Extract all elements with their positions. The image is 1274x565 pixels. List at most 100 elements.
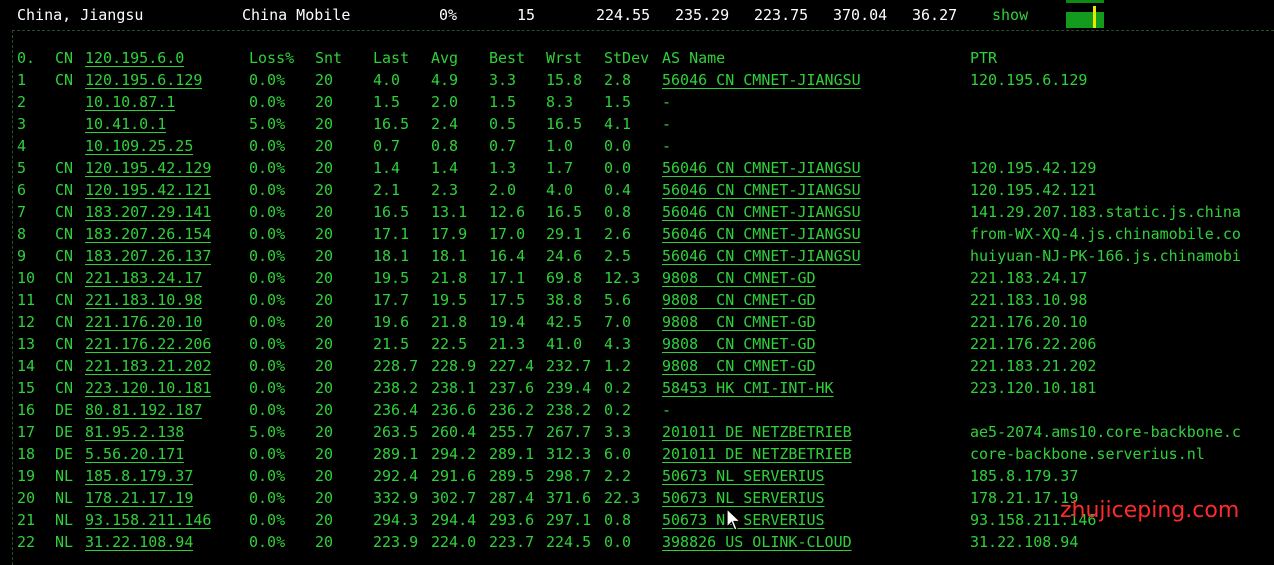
show-link[interactable]: show xyxy=(992,6,1028,24)
cell-snt: 20 xyxy=(315,401,334,419)
cell-ip[interactable]: 221.183.24.17 xyxy=(85,269,202,287)
cell-last: 332.9 xyxy=(373,489,419,507)
cell-cc: CN xyxy=(55,291,74,309)
cell-as[interactable]: 56046 CN CMNET-JIANGSU xyxy=(662,159,861,177)
cell-as[interactable]: 56046 CN CMNET-JIANGSU xyxy=(662,71,861,89)
cell-best: 12.6 xyxy=(489,203,526,221)
cell-best: 287.4 xyxy=(489,489,535,507)
cell-ip[interactable]: 185.8.179.37 xyxy=(85,467,193,485)
cell-as[interactable]: 9808 CN CMNET-GD xyxy=(662,291,816,309)
cell-ip[interactable]: 80.81.192.187 xyxy=(85,401,202,419)
cell-ptr: 221.176.22.206 xyxy=(970,335,1097,353)
cell-ptr: 185.8.179.37 xyxy=(970,467,1079,485)
summary-best: 223.75 xyxy=(754,6,809,24)
cell-ip[interactable]: 120.195.6.129 xyxy=(85,71,202,89)
cell-best: 0.5 xyxy=(489,115,517,133)
cell-as[interactable]: 50673 NL SERVERIUS xyxy=(662,467,825,485)
cell-as: - xyxy=(662,401,672,419)
cell-ip[interactable]: 81.95.2.138 xyxy=(85,423,184,441)
cell-as[interactable]: 201011 DE NETZBETRIEB xyxy=(662,423,852,441)
cell-stdev: 2.8 xyxy=(604,71,632,89)
cell-as[interactable]: 56046 CN CMNET-JIANGSU xyxy=(662,181,861,199)
cell-stdev: 0.8 xyxy=(604,203,632,221)
cell-wrst: 224.5 xyxy=(546,533,592,551)
cell-snt: 20 xyxy=(315,379,334,397)
cell-ip[interactable]: 10.10.87.1 xyxy=(85,93,175,111)
cell-snt: 20 xyxy=(315,335,334,353)
cell-snt: 20 xyxy=(315,291,334,309)
cell-ip[interactable]: 10.109.25.25 xyxy=(85,137,193,155)
header-best: Best xyxy=(489,49,526,67)
cell-as: - xyxy=(662,115,672,133)
cell-ip[interactable]: 178.21.17.19 xyxy=(85,489,193,507)
cell-stdev: 0.2 xyxy=(604,401,632,419)
cell-loss: 5.0% xyxy=(249,115,286,133)
cell-wrst: 239.4 xyxy=(546,379,592,397)
cell-avg: 224.0 xyxy=(431,533,477,551)
cell-ip[interactable]: 221.183.21.202 xyxy=(85,357,211,375)
cell-last: 0.7 xyxy=(373,137,401,155)
cell-wrst: 41.0 xyxy=(546,335,583,353)
table-row: 19 NL 185.8.179.37 0.0% 20 292.4 291.6 289.5 298… xyxy=(13,467,1274,489)
cell-stdev: 4.3 xyxy=(604,335,632,353)
cell-ip[interactable]: 31.22.108.94 xyxy=(85,533,193,551)
cell-avg: 13.1 xyxy=(431,203,468,221)
cell-stdev: 2.6 xyxy=(604,225,632,243)
cell-ip[interactable]: 183.207.26.137 xyxy=(85,247,211,265)
cell-as[interactable]: 56046 CN CMNET-JIANGSU xyxy=(662,247,861,265)
cell-cc: CN xyxy=(55,269,74,287)
cell-last: 18.1 xyxy=(373,247,410,265)
cell-as[interactable]: 58453 HK CMI-INT-HK xyxy=(662,379,834,397)
cell-as[interactable]: 9808 CN CMNET-GD xyxy=(662,269,816,287)
cell-as[interactable]: 56046 CN CMNET-JIANGSU xyxy=(662,225,861,243)
cell-as[interactable]: 50673 NL SERVERIUS xyxy=(662,511,825,529)
cell-ip[interactable]: 10.41.0.1 xyxy=(85,115,166,133)
cell-ip[interactable]: 183.207.26.154 xyxy=(85,225,211,243)
cell-ip[interactable]: 223.120.10.181 xyxy=(85,379,211,397)
cell-ip[interactable]: 120.195.42.121 xyxy=(85,181,211,199)
cell-snt: 20 xyxy=(315,115,334,133)
cell-avg: 1.4 xyxy=(431,159,459,177)
cell-ip[interactable]: 221.183.10.98 xyxy=(85,291,202,309)
cell-stdev: 1.5 xyxy=(604,93,632,111)
cell-as[interactable]: 50673 NL SERVERIUS xyxy=(662,489,825,507)
cell-stdev: 22.3 xyxy=(604,489,641,507)
cell-ip[interactable]: 5.56.20.171 xyxy=(85,445,184,463)
cell-as[interactable]: 56046 CN CMNET-JIANGSU xyxy=(662,203,861,221)
cell-ip[interactable]: 221.176.22.206 xyxy=(85,335,211,353)
cell-as[interactable]: 398826 US OLINK-CLOUD xyxy=(662,533,852,551)
summary-isp: China Mobile xyxy=(242,6,351,24)
cell-ip[interactable]: 221.176.20.10 xyxy=(85,313,202,331)
cell-avg: 19.5 xyxy=(431,291,468,309)
table-row: 4 10.109.25.25 0.0% 20 0.7 0.8 0.7 1.0 0.0 - xyxy=(13,137,1274,159)
cell-ptr: from-WX-XQ-4.js.chinamobile.co xyxy=(970,225,1241,243)
cell-as[interactable]: 201011 DE NETZBETRIEB xyxy=(662,445,852,463)
table-row: 13 CN 221.176.22.206 0.0% 20 21.5 22.5 21.3 41.0… xyxy=(13,335,1274,357)
cell-ip[interactable]: 183.207.29.141 xyxy=(85,203,211,221)
cell-as[interactable]: 9808 CN CMNET-GD xyxy=(662,357,816,375)
cell-last: 228.7 xyxy=(373,357,419,375)
cell-cc: CN xyxy=(55,203,74,221)
cell-as: - xyxy=(662,93,672,111)
cell-best: 17.1 xyxy=(489,269,526,287)
header-ip[interactable]: 120.195.6.0 xyxy=(85,49,184,67)
cell-best: 1.5 xyxy=(489,93,517,111)
cell-avg: 21.8 xyxy=(431,313,468,331)
cell-ptr: 223.120.10.181 xyxy=(970,379,1097,397)
cell-avg: 4.9 xyxy=(431,71,459,89)
table-row: 12 CN 221.176.20.10 0.0% 20 19.6 21.8 19.4 42.5 7… xyxy=(13,313,1274,335)
cell-ip[interactable]: 120.195.42.129 xyxy=(85,159,211,177)
cell-best: 289.5 xyxy=(489,467,535,485)
cell-stdev: 0.4 xyxy=(604,181,632,199)
cell-avg: 21.8 xyxy=(431,269,468,287)
table-row: 16 DE 80.81.192.187 0.0% 20 236.4 236.6 236.2 23… xyxy=(13,401,1274,423)
summary-sent: 15 xyxy=(517,6,536,24)
cell-ip[interactable]: 93.158.211.146 xyxy=(85,511,211,529)
cell-last: 289.1 xyxy=(373,445,419,463)
latency-sparkline xyxy=(1066,0,1104,28)
cell-last: 2.1 xyxy=(373,181,401,199)
cell-as[interactable]: 9808 CN CMNET-GD xyxy=(662,335,816,353)
cell-as[interactable]: 9808 CN CMNET-GD xyxy=(662,313,816,331)
table-header-row: 0. CN 120.195.6.0 Loss% Snt Last Avg Bes… xyxy=(13,49,1274,71)
cell-snt: 20 xyxy=(315,357,334,375)
